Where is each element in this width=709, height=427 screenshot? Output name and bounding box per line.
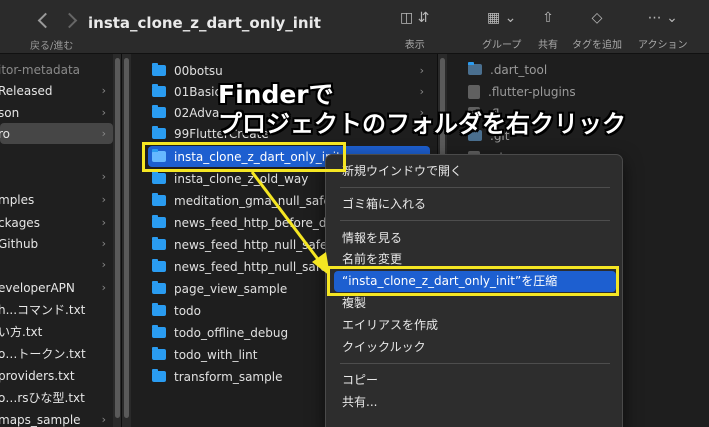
view-button[interactable]: ◫ ⇵ 表示 — [400, 8, 429, 51]
folder-icon — [468, 62, 482, 75]
menu-item-get-info[interactable]: 情報を見る — [334, 228, 616, 249]
list-item[interactable]: Github › — [0, 233, 113, 254]
folder-icon — [152, 105, 166, 118]
nav-arrows — [38, 12, 76, 28]
share-icon: ⇧ — [542, 10, 554, 26]
list-item[interactable]: .flutter-plugins — [468, 81, 698, 102]
chevron-right-icon: › — [101, 106, 106, 119]
column-1: itor-metadata Released› son› ro› › mples… — [0, 54, 122, 427]
scrollbar[interactable] — [122, 54, 131, 427]
folder-icon — [152, 237, 166, 250]
folder-icon — [152, 303, 166, 316]
share-button[interactable]: ⇧ 共有 — [538, 8, 558, 51]
menu-separator — [340, 363, 610, 364]
list-item-selected[interactable]: ro› — [0, 123, 113, 144]
highlight-box-compress — [327, 266, 619, 296]
group-grid-icon: ▦ ⌄ — [486, 10, 517, 26]
list-item[interactable]: maps_sample › — [0, 409, 113, 427]
menu-item-make-alias[interactable]: エイリアスを作成 — [334, 315, 616, 336]
scrollbar-thumb[interactable] — [115, 58, 120, 418]
folder-icon — [152, 193, 166, 206]
chevron-right-icon: › — [101, 127, 106, 140]
scrollbar[interactable] — [113, 54, 121, 427]
chevron-right-icon: › — [101, 84, 106, 97]
highlight-box-folder — [142, 142, 346, 172]
scrollbar-thumb[interactable] — [124, 58, 129, 418]
tags-button[interactable]: ◇ タグを追加 — [572, 8, 622, 51]
action-label: アクション — [638, 40, 688, 51]
chevron-right-icon: › — [101, 216, 106, 229]
folder-icon — [152, 281, 166, 294]
menu-item-duplicate[interactable]: 複製 — [334, 293, 616, 314]
nav-label: 戻る/進む — [30, 41, 74, 52]
menu-item-open-new-window[interactable]: 新規ウインドウで開く — [334, 161, 616, 182]
tag-icon: ◇ — [591, 10, 603, 26]
file-icon — [468, 84, 480, 99]
menu-item-quick-look[interactable]: クイックルック — [334, 337, 616, 358]
folder-icon — [152, 84, 166, 97]
finder-toolbar: 戻る/進む insta_clone_z_dart_only_init ◫ ⇵ 表… — [0, 0, 709, 54]
menu-item-copy[interactable]: コピー — [334, 370, 616, 391]
callout-subtitle: プロジェクトのフォルダを右クリック — [218, 110, 626, 138]
folder-icon — [152, 347, 166, 360]
list-item[interactable]: son › — [0, 102, 113, 123]
folder-icon — [152, 259, 166, 272]
share-label: 共有 — [538, 40, 558, 51]
folder-icon — [152, 126, 166, 139]
chevron-right-icon: › — [101, 193, 106, 206]
chevron-right-icon: › — [101, 413, 106, 426]
group-button[interactable]: ▦ ⌄ グループ — [482, 8, 521, 51]
list-item[interactable]: h...コマンド.txt — [0, 299, 113, 320]
chevron-right-icon: › — [419, 85, 424, 98]
list-item[interactable]: い方.txt — [0, 321, 113, 342]
view-label: 表示 — [404, 40, 425, 51]
list-item[interactable]: Released › — [0, 80, 113, 101]
menu-separator — [340, 187, 610, 188]
group-label: グループ — [482, 40, 522, 51]
folder-icon — [152, 63, 166, 76]
list-item[interactable]: mples › — [0, 189, 113, 210]
forward-arrow-icon[interactable] — [66, 12, 76, 28]
folder-icon — [152, 171, 166, 184]
menu-item-move-to-trash[interactable]: ゴミ箱に入れる — [334, 194, 616, 215]
folder-icon — [152, 325, 166, 338]
window-title: insta_clone_z_dart_only_init — [88, 14, 321, 32]
list-item[interactable]: › — [0, 166, 113, 187]
chevron-right-icon: › — [101, 258, 106, 271]
folder-icon — [152, 215, 166, 228]
column-view-icon: ◫ ⇵ — [400, 10, 430, 26]
back-arrow-icon[interactable] — [38, 12, 48, 28]
list-item[interactable]: o…rsひな型.txt — [0, 387, 113, 408]
list-item[interactable]: itor-metadata — [0, 59, 113, 80]
list-item[interactable]: providers.txt — [0, 365, 113, 386]
ellipsis-circle-icon: ⋯ ⌄ — [647, 10, 678, 26]
folder-icon — [152, 369, 166, 382]
list-item[interactable]: .dart_tool — [468, 59, 698, 80]
chevron-right-icon: › — [101, 237, 106, 250]
menu-item-share[interactable]: 共有... — [334, 392, 616, 413]
list-item[interactable]: ckages › — [0, 212, 113, 233]
list-item[interactable]: › — [0, 254, 113, 275]
chevron-right-icon: › — [101, 170, 106, 183]
chevron-right-icon: › — [419, 64, 424, 77]
list-item[interactable]: eveloperAPN › — [0, 277, 113, 298]
tags-label: タグを追加 — [572, 40, 622, 51]
menu-separator — [340, 220, 610, 221]
action-button[interactable]: ⋯ ⌄ アクション — [638, 8, 688, 51]
chevron-right-icon: › — [101, 281, 106, 294]
list-item[interactable]: o…トークン.txt — [0, 343, 113, 364]
